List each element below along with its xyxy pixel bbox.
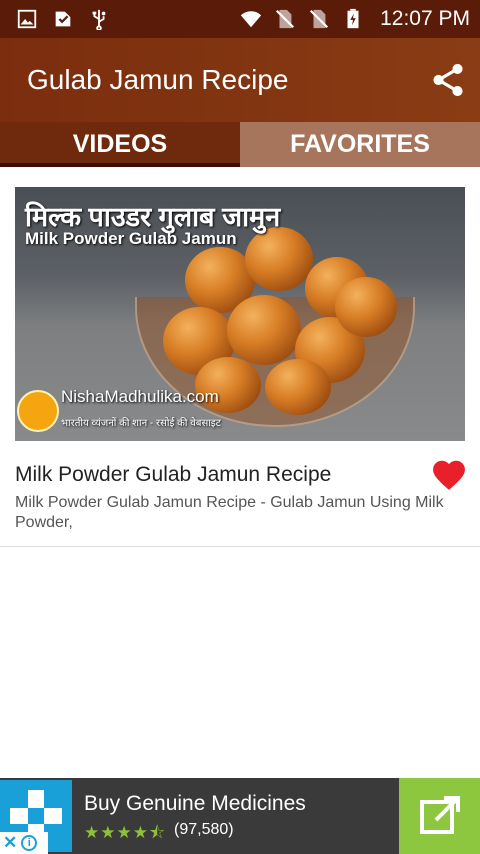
status-right-icons: 12:07 PM bbox=[240, 7, 480, 31]
wifi-icon bbox=[240, 8, 262, 30]
gulab-jamun-ball bbox=[335, 277, 397, 337]
status-bar: 12:07 PM bbox=[0, 0, 480, 38]
status-time: 12:07 PM bbox=[380, 7, 470, 30]
open-external-icon bbox=[419, 796, 460, 834]
status-left-icons bbox=[0, 8, 110, 30]
ad-banner[interactable]: Buy Genuine Medicines ★★★★⯪ (97,580) ✕ i bbox=[0, 778, 480, 854]
share-button[interactable] bbox=[428, 60, 468, 100]
share-icon bbox=[433, 63, 463, 97]
tab-favorites[interactable]: FAVORITES bbox=[240, 122, 480, 167]
brand-tagline: भारतीय व्यंजनों की शान - रसोई की वेबसाइट bbox=[61, 418, 221, 429]
ad-rating-count: (97,580) bbox=[174, 821, 234, 838]
heart-icon bbox=[433, 460, 465, 490]
info-icon[interactable]: i bbox=[21, 835, 38, 851]
video-description: Milk Powder Gulab Jamun Recipe - Gulab J… bbox=[15, 494, 444, 531]
battery-charging-icon bbox=[342, 8, 364, 30]
thumbnail-title-english: Milk Powder Gulab Jamun bbox=[25, 229, 237, 248]
gulab-jamun-ball bbox=[265, 359, 331, 415]
tab-bar: VIDEOS FAVORITES bbox=[0, 122, 480, 167]
video-thumbnail[interactable]: मिल्क पाउडर गुलाब जामुन Milk Powder Gula… bbox=[15, 187, 465, 441]
ad-close-area[interactable]: ✕ i bbox=[0, 832, 48, 854]
divider bbox=[0, 546, 480, 547]
brand-name: NishaMadhulika.com bbox=[61, 387, 219, 406]
gulab-jamun-ball bbox=[245, 227, 313, 291]
brand-logo bbox=[17, 390, 59, 432]
image-icon bbox=[16, 8, 38, 30]
gulab-jamun-ball bbox=[227, 295, 301, 365]
tab-videos[interactable]: VIDEOS bbox=[0, 122, 240, 167]
ad-rating-stars: ★★★★⯪ bbox=[84, 823, 167, 842]
no-sim-icon bbox=[308, 8, 330, 30]
app-bar: Gulab Jamun Recipe bbox=[0, 38, 480, 122]
video-card[interactable]: मिल्क पाउडर गुलाब जामुन Milk Powder Gula… bbox=[0, 187, 480, 547]
download-icon bbox=[52, 8, 74, 30]
ad-open-button[interactable] bbox=[399, 778, 480, 854]
favorite-button[interactable] bbox=[430, 457, 468, 491]
no-sim-icon bbox=[274, 8, 296, 30]
usb-icon bbox=[88, 8, 110, 30]
video-title[interactable]: Milk Powder Gulab Jamun Recipe bbox=[15, 463, 331, 487]
ad-title[interactable]: Buy Genuine Medicines bbox=[84, 792, 306, 816]
close-icon[interactable]: ✕ bbox=[3, 833, 17, 853]
app-title: Gulab Jamun Recipe bbox=[27, 64, 289, 95]
